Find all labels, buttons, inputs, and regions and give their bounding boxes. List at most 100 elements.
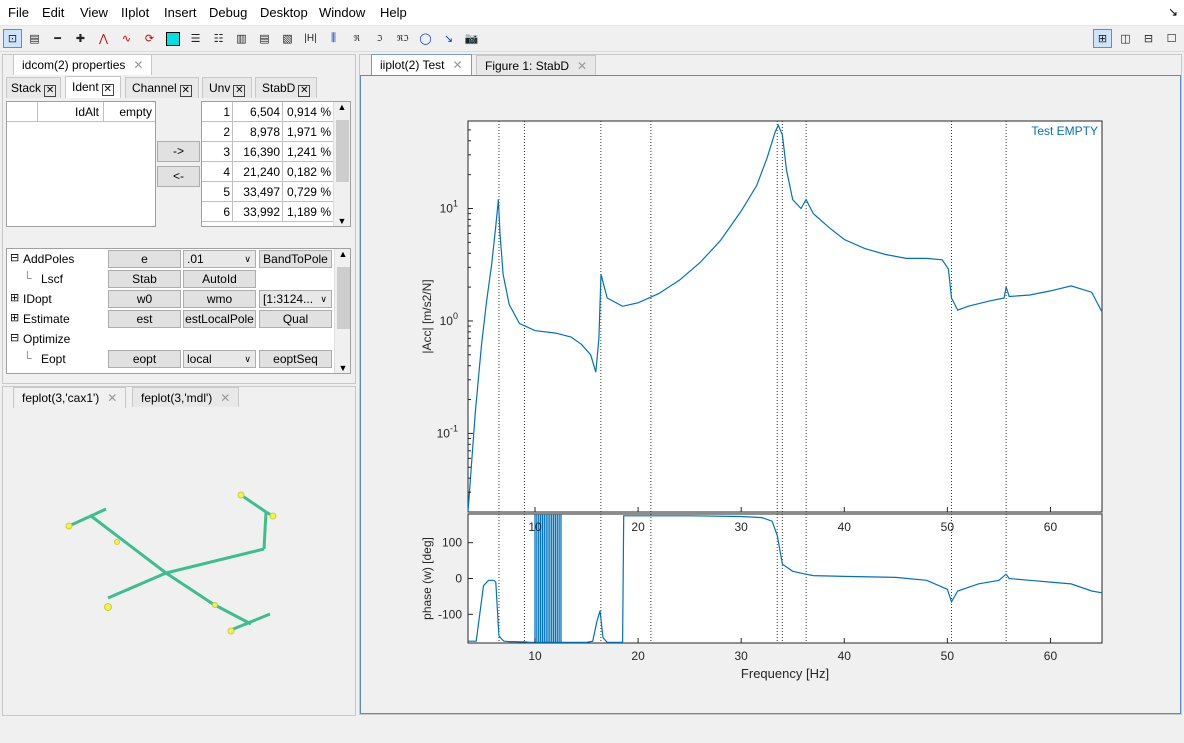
close-icon[interactable]: ✕: [233, 85, 246, 97]
iiplot-figure[interactable]: 101 100 10-1 100 0 -100 10 10 20 20 30 30 40 40 50 50 60…: [360, 75, 1181, 714]
wave-icon[interactable]: ⫼: [324, 29, 343, 48]
three-rows-icon[interactable]: ☷: [209, 29, 228, 48]
close-icon[interactable]: ✕: [101, 84, 114, 96]
tree-button[interactable]: Qual: [259, 310, 332, 328]
tree-dropdown[interactable]: .01 ∨: [183, 250, 256, 268]
amplitude-axes: [467, 120, 1103, 513]
poles-table: 1 6,504 0,914 % 2 8,978 1,971 % 3 16,390 1,241 %…: [201, 101, 351, 227]
close-icon[interactable]: ✕: [133, 58, 143, 72]
tab-figure1-stabd[interactable]: Figure 1: StabD ✕: [476, 55, 597, 75]
tree-button[interactable]: e: [108, 250, 181, 268]
close-icon[interactable]: ✕: [577, 59, 587, 73]
tree-button[interactable]: wmo: [183, 290, 256, 308]
table-row[interactable]: 6 33,992 1,189 %: [202, 202, 333, 222]
tree-button[interactable]: Stab: [108, 270, 181, 288]
tree-button[interactable]: AutoId: [183, 270, 256, 288]
tab-stabd[interactable]: StabD ✕: [255, 77, 318, 98]
move-left-button[interactable]: <-: [157, 166, 200, 187]
undock-icon[interactable]: ↘: [1168, 5, 1178, 19]
single-axis-icon[interactable]: [165, 31, 180, 46]
menu-desktop[interactable]: Desktop: [260, 5, 308, 20]
tab-channel[interactable]: Channel ✕: [125, 77, 199, 98]
pole-index: 3: [223, 145, 230, 159]
mesh-edge: [90, 514, 167, 575]
columns-icon[interactable]: ▥: [232, 29, 251, 48]
real-imag-icon[interactable]: ℜℑ: [393, 29, 412, 48]
table-row[interactable]: 2 8,978 1,971 %: [202, 122, 333, 142]
close-icon[interactable]: ✕: [179, 85, 192, 97]
menu-debug[interactable]: Debug: [209, 5, 247, 20]
y-tick-label: 0: [455, 572, 462, 586]
data-cursor-icon[interactable]: ⊡: [3, 29, 22, 48]
menu-iiplot[interactable]: IIplot: [121, 5, 149, 20]
expander-icon[interactable]: ⊞: [10, 311, 19, 324]
tab-idcom-properties[interactable]: idcom(2) properties ✕: [13, 54, 153, 75]
menu-view[interactable]: View: [80, 5, 108, 20]
y-tick-label: 101: [440, 199, 458, 216]
trend-icon[interactable]: ↘: [439, 29, 458, 48]
close-icon[interactable]: ✕: [220, 391, 230, 405]
tree-dropdown[interactable]: local ∨: [183, 350, 256, 368]
hatch-icon[interactable]: ▧: [278, 29, 297, 48]
menu-window[interactable]: Window: [319, 5, 365, 20]
imag-icon[interactable]: ℑ: [370, 29, 389, 48]
close-icon[interactable]: ✕: [44, 85, 57, 97]
tree-button[interactable]: eoptSeq: [259, 350, 332, 368]
mesh-edge: [212, 602, 252, 626]
refresh-icon[interactable]: ⟳: [140, 29, 159, 48]
move-right-button[interactable]: ->: [157, 141, 200, 162]
expander-icon[interactable]: ⊞: [10, 291, 19, 304]
tree-button[interactable]: BandToPole: [259, 250, 332, 268]
tree-item-label[interactable]: Eopt: [41, 352, 66, 366]
nyquist-icon[interactable]: ◯: [416, 29, 435, 48]
tree-item-label[interactable]: Lscf: [41, 272, 63, 286]
tree-item-label[interactable]: Optimize: [23, 332, 70, 346]
table-row[interactable]: 5 33,497 0,729 %: [202, 182, 333, 202]
tab-iiplot-test[interactable]: iiplot(2) Test ✕: [371, 54, 472, 75]
idalt-table: IdAlt empty: [6, 101, 156, 227]
poles-scrollbar[interactable]: ▲ ▼: [333, 102, 350, 226]
menu-edit[interactable]: Edit: [42, 5, 64, 20]
peak-pick-icon[interactable]: ⋀: [94, 29, 113, 48]
tab-ident[interactable]: Ident ✕: [65, 76, 121, 98]
close-icon[interactable]: ✕: [298, 85, 311, 97]
menu-help[interactable]: Help: [380, 5, 407, 20]
curve-icon[interactable]: ∿: [117, 29, 136, 48]
tree-item-label[interactable]: Estimate: [23, 312, 70, 326]
tree-button[interactable]: estLocalPole: [183, 310, 256, 328]
table-row[interactable]: 4 21,240 0,182 %: [202, 162, 333, 182]
two-rows-icon[interactable]: ☰: [186, 29, 205, 48]
close-icon[interactable]: ✕: [107, 391, 117, 405]
table-row[interactable]: 1 6,504 0,914 %: [202, 102, 333, 122]
rows-icon[interactable]: ▤: [255, 29, 274, 48]
camera-icon[interactable]: 📷: [462, 29, 481, 48]
close-icon[interactable]: ✕: [452, 58, 462, 72]
tab-feplot-cax1[interactable]: feplot(3,'cax1') ✕: [13, 387, 127, 408]
tree-dropdown[interactable]: [1:3124... ∨: [259, 290, 332, 308]
single-layout-icon[interactable]: ☐: [1162, 29, 1181, 48]
feplot-canvas[interactable]: [3, 408, 355, 714]
expander-icon[interactable]: ⊟: [10, 331, 19, 344]
expander-icon[interactable]: ⊟: [10, 251, 19, 264]
tree-item-label[interactable]: AddPoles: [23, 252, 74, 266]
real-icon[interactable]: ℜ: [347, 29, 366, 48]
menu-file[interactable]: File: [8, 5, 29, 20]
two-column-layout-icon[interactable]: ◫: [1116, 29, 1135, 48]
tree-row: ⊟ Optimize: [7, 329, 334, 349]
tree-button[interactable]: eopt: [108, 350, 181, 368]
properties-icon[interactable]: ▤: [25, 29, 44, 48]
plus-icon[interactable]: ✚: [71, 29, 90, 48]
tree-scrollbar[interactable]: ▲ ▼: [334, 249, 350, 373]
table-row[interactable]: 3 16,390 1,241 %: [202, 142, 333, 162]
grid-layout-icon[interactable]: ⊞: [1093, 29, 1112, 48]
tab-feplot-mdl[interactable]: feplot(3,'mdl') ✕: [132, 387, 240, 407]
two-row-layout-icon[interactable]: ⊟: [1139, 29, 1158, 48]
bars-icon[interactable]: |H|: [301, 29, 320, 48]
tree-item-label[interactable]: IDopt: [23, 292, 52, 306]
menu-insert[interactable]: Insert: [164, 5, 197, 20]
minus-icon[interactable]: ━: [48, 29, 67, 48]
tab-stack[interactable]: Stack ✕: [6, 77, 62, 98]
tab-unv[interactable]: Unv ✕: [202, 77, 253, 98]
tree-button[interactable]: w0: [108, 290, 181, 308]
tree-button[interactable]: est: [108, 310, 181, 328]
